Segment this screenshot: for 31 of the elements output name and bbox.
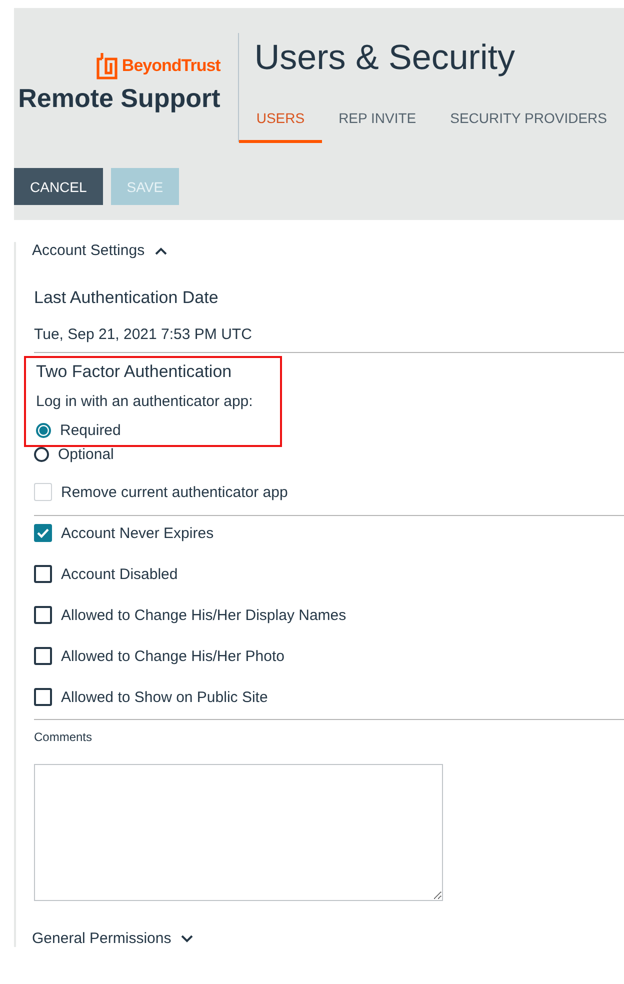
- radio-button[interactable]: [36, 423, 51, 438]
- logo-icon: [94, 51, 119, 81]
- page-title: Users & Security: [253, 37, 516, 78]
- checkbox-label: Allowed to Show on Public Site: [61, 688, 268, 706]
- section-toggle[interactable]: General Permissions: [32, 930, 194, 947]
- prompt-text: Log in with an authenticator app:: [36, 393, 254, 410]
- option-label: Required: [60, 422, 121, 439]
- comments-label: Comments: [34, 730, 94, 744]
- radio-button[interactable]: [34, 447, 49, 462]
- field-value: Tue, Sep 21, 2021 7:53 PM UTC: [34, 326, 253, 343]
- checkbox-label: Allowed to Change His/Her Photo: [61, 648, 284, 664]
- checkbox-label: Account Never Expires: [61, 524, 214, 542]
- checkbox[interactable]: [34, 524, 52, 542]
- option-label: Optional: [58, 446, 114, 463]
- tab[interactable]: REP INVITE: [322, 101, 434, 143]
- checkbox-label: Remove current authenticator app: [61, 484, 288, 500]
- product-name: Remote Support: [18, 83, 220, 114]
- company-name: BeyondTrust: [122, 56, 220, 76]
- cancel-button[interactable]: CANCEL: [14, 168, 103, 205]
- tab[interactable]: USERS: [239, 101, 322, 143]
- checkbox[interactable]: [34, 647, 52, 665]
- tab[interactable]: SECURITY PROVIDERS: [433, 101, 624, 143]
- comments-field[interactable]: [34, 764, 443, 901]
- checkbox-label: Account Disabled: [61, 566, 178, 582]
- checkbox-label: Allowed to Change His/Her Display Names: [61, 606, 346, 624]
- checkbox[interactable]: [34, 565, 52, 583]
- checkbox[interactable]: [34, 606, 52, 624]
- checkbox[interactable]: [34, 688, 52, 706]
- section-heading: Two Factor Authentication: [36, 362, 233, 382]
- field-label: Last Authentication Date: [34, 288, 220, 308]
- section-toggle[interactable]: Account Settings: [32, 242, 167, 259]
